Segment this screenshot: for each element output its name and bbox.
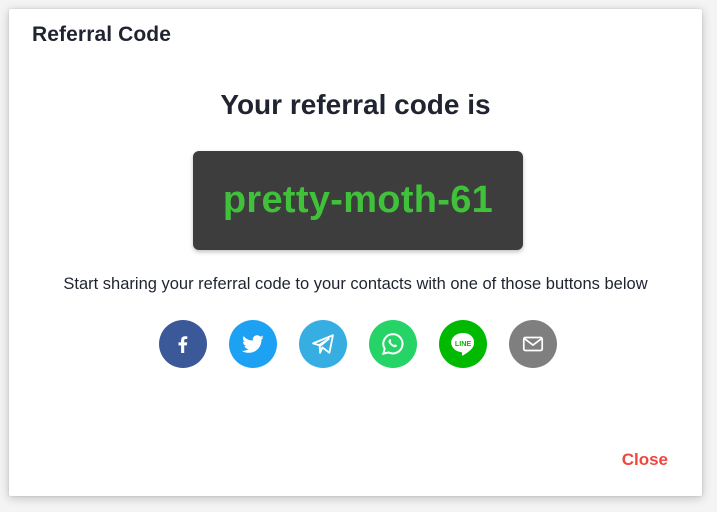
whatsapp-icon — [382, 333, 404, 356]
twitter-icon — [241, 335, 264, 353]
email-icon — [522, 336, 544, 352]
email-share-button[interactable] — [509, 320, 557, 368]
dialog-title: Referral Code — [32, 23, 172, 46]
twitter-share-button[interactable] — [229, 320, 277, 368]
facebook-icon — [178, 336, 188, 353]
close-button[interactable]: Close — [622, 450, 668, 470]
share-description: Start sharing your referral code to your… — [63, 275, 648, 293]
referral-code-dialog: Referral Code Your referral code is pret… — [9, 9, 702, 496]
line-share-button[interactable]: LINE — [439, 320, 487, 368]
telegram-share-button[interactable] — [299, 320, 347, 368]
referral-code: pretty-moth-61 — [222, 179, 494, 221]
telegram-icon — [312, 334, 334, 354]
line-icon-label: LINE — [455, 339, 472, 348]
facebook-share-button[interactable] — [159, 320, 207, 368]
referral-headline: Your referral code is — [220, 89, 491, 120]
share-buttons: LINE — [159, 320, 557, 368]
referral-code-box[interactable]: pretty-moth-61 — [193, 151, 523, 250]
whatsapp-share-button[interactable] — [369, 320, 417, 368]
line-icon: LINE — [451, 333, 475, 356]
